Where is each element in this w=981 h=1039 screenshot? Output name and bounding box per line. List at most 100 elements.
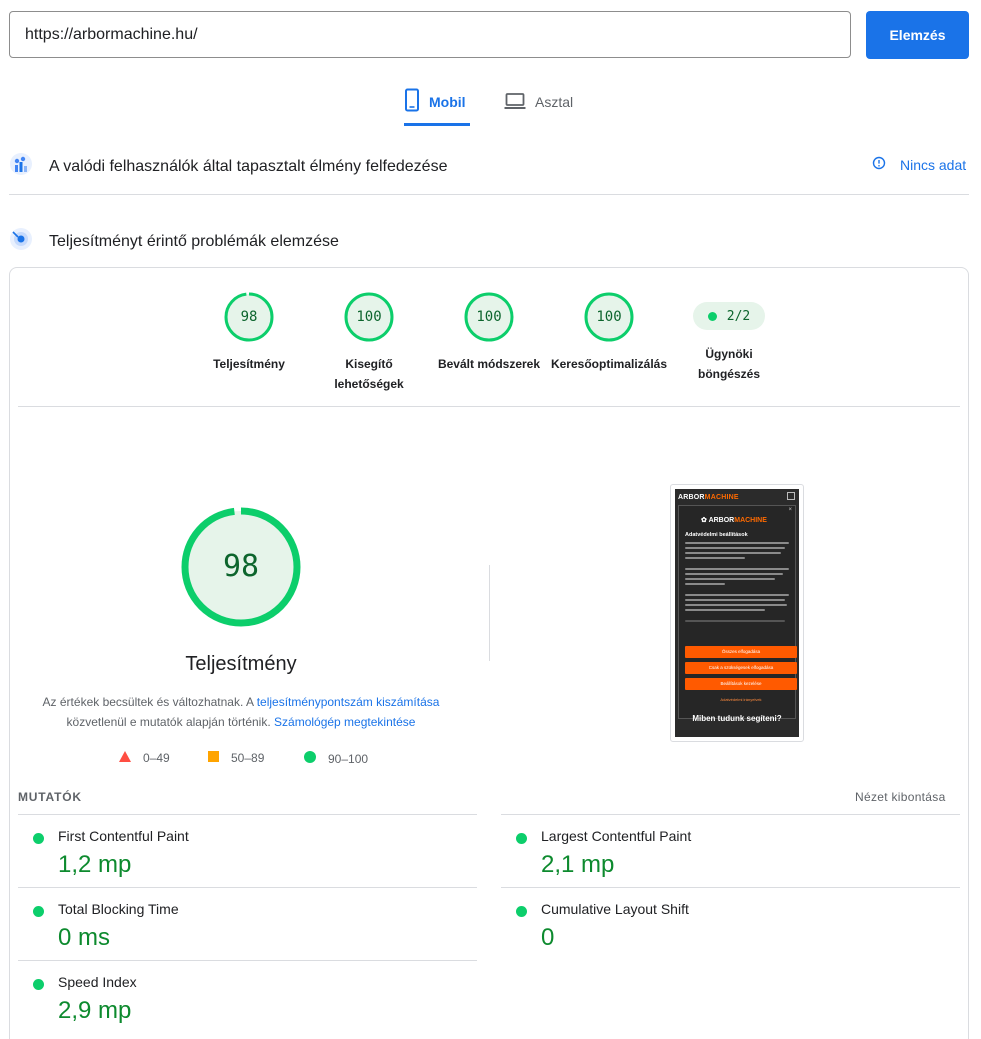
performance-score: 98 (222, 549, 260, 584)
disclaimer-text-2: közvetlenül e mutatók alapján történik. (66, 715, 271, 729)
screenshot-button: Csak a szükségesek elfogadása (685, 662, 797, 674)
menu-icon (787, 492, 795, 500)
score-gauge: 100 (584, 292, 634, 342)
metric-name: Largest Contentful Paint (541, 828, 692, 844)
screenshot-link: Adatvédelmi irányelvek (720, 697, 762, 702)
screenshot-brand: ARBORMACHINE (678, 494, 739, 501)
legend-fail-label: 0–49 (143, 751, 170, 765)
legend-average: 50–89 (208, 751, 264, 765)
crux-section-title: A valódi felhasználók által tapasztalt é… (49, 157, 448, 175)
metric-si: Speed Index 2,9 mp (18, 960, 477, 1033)
score-calculation-link[interactable]: teljesítménypontszám kiszámítása (257, 695, 440, 709)
screenshot-content: ARBORMACHINE × ✿ ARBORMACHINE Adatvédelm… (675, 489, 799, 737)
no-data-link[interactable]: Nincs adat (872, 156, 966, 173)
users-chart-icon (9, 151, 33, 182)
score-value: 98 (240, 309, 258, 325)
pass-dot-icon (33, 906, 44, 917)
metrics-title: MUTATÓK (18, 790, 82, 804)
text-line (685, 609, 765, 611)
metric-name: Speed Index (58, 974, 137, 990)
category-performance[interactable]: 98 Teljesítmény (184, 292, 314, 374)
category-label: Teljesítmény (213, 357, 285, 371)
category-label: Ügynöki böngészés (697, 347, 760, 381)
category-label: Kisegítő lehetőségek (334, 357, 404, 391)
brand-b: MACHINE (704, 494, 739, 501)
metric-lcp: Largest Contentful Paint 2,1 mp (501, 814, 960, 887)
category-agentic-browsing[interactable]: 2/2 Ügynöki böngészés (664, 292, 794, 384)
circle-icon (304, 751, 316, 766)
metric-cls: Cumulative Layout Shift 0 (501, 887, 960, 960)
text-line (685, 578, 775, 580)
logo-a: ARBOR (708, 517, 735, 524)
square-icon (208, 751, 219, 765)
tab-desktop-label: Asztal (535, 94, 574, 110)
category-label: Keresőoptimalizálás (550, 357, 668, 371)
legend-average-label: 50–89 (231, 751, 265, 765)
perf-section-header: Teljesítményt érintő problémák elemzése (9, 227, 339, 256)
metric-value: 0 ms (58, 924, 111, 951)
metric-value: 0 (541, 924, 555, 951)
tab-mobile[interactable]: Mobil (404, 88, 470, 126)
smartphone-icon (404, 88, 420, 112)
score-value: 100 (476, 309, 502, 325)
logo-b: MACHINE (734, 517, 767, 524)
text-line (685, 568, 789, 570)
text-line (685, 552, 781, 554)
metric-value: 1,2 mp (58, 851, 132, 878)
legend-pass-label: 90–100 (328, 751, 369, 766)
text-line (685, 594, 789, 596)
page-screenshot: ARBORMACHINE × ✿ ARBORMACHINE Adatvédelm… (670, 484, 804, 742)
no-data-label: Nincs adat (900, 156, 967, 173)
text-line (685, 547, 785, 549)
text-line (685, 583, 725, 585)
performance-title: Teljesítmény (185, 653, 297, 675)
score-value: 100 (356, 309, 382, 325)
category-accessibility[interactable]: 100 Kisegítő lehetőségek (304, 292, 434, 394)
pass-dot-icon (33, 979, 44, 990)
screenshot-logo: ✿ ARBORMACHINE (701, 517, 767, 524)
close-icon: × (788, 507, 792, 513)
category-best-practices[interactable]: 100 Bevált módszerek (424, 292, 554, 374)
score-value: 100 (596, 309, 622, 325)
metric-name: Cumulative Layout Shift (541, 901, 689, 917)
triangle-icon (119, 751, 131, 765)
crux-section-header: A valódi felhasználók által tapasztalt é… (9, 151, 447, 182)
expand-view-toggle[interactable]: Nézet kibontása (855, 790, 946, 804)
text-line (685, 620, 785, 622)
category-label: Bevált módszerek (437, 357, 541, 371)
score-gauge: 100 (464, 292, 514, 342)
metric-tbt: Total Blocking Time 0 ms (18, 887, 477, 960)
perf-section-title: Teljesítményt érintő problémák elemzése (49, 232, 339, 250)
pass-dot-icon (707, 311, 717, 321)
screenshot-heading: Adatvédelmi beállítások (685, 532, 748, 538)
laptop-icon (504, 88, 526, 112)
agent-score-pill: 2/2 (693, 302, 765, 330)
text-line (685, 573, 783, 575)
pass-dot-icon (516, 906, 527, 917)
score-gauge: 100 (344, 292, 394, 342)
metric-value: 2,1 mp (541, 851, 615, 878)
card-divider (18, 406, 960, 407)
disclaimer-text: Az értékek becsültek és változhatnak. A (42, 695, 254, 709)
score-gauge: 98 (224, 292, 274, 342)
text-line (685, 542, 789, 544)
screenshot-button: Összes elfogadása (685, 646, 797, 658)
screenshot-footer: Miben tudunk segíteni? (692, 714, 782, 723)
tab-desktop[interactable]: Asztal (504, 88, 573, 126)
url-input[interactable] (9, 11, 851, 58)
text-line (685, 557, 745, 559)
pass-dot-icon (516, 833, 527, 844)
metric-name: Total Blocking Time (58, 901, 179, 917)
agent-score-value: 2/2 (726, 308, 751, 324)
lighthouse-icon (9, 227, 33, 256)
calculator-link[interactable]: Számológép megtekintése (274, 715, 415, 729)
metric-fcp: First Contentful Paint 1,2 mp (18, 814, 477, 887)
brand-a: ARBOR (678, 494, 705, 501)
pass-dot-icon (33, 833, 44, 844)
metric-value: 2,9 mp (58, 997, 132, 1024)
analyze-button[interactable]: Elemzés (866, 11, 969, 59)
legend-pass: 90–100 (304, 751, 368, 766)
category-seo[interactable]: 100 Keresőoptimalizálás (544, 292, 674, 374)
section-divider (9, 194, 969, 195)
text-line (685, 599, 785, 601)
